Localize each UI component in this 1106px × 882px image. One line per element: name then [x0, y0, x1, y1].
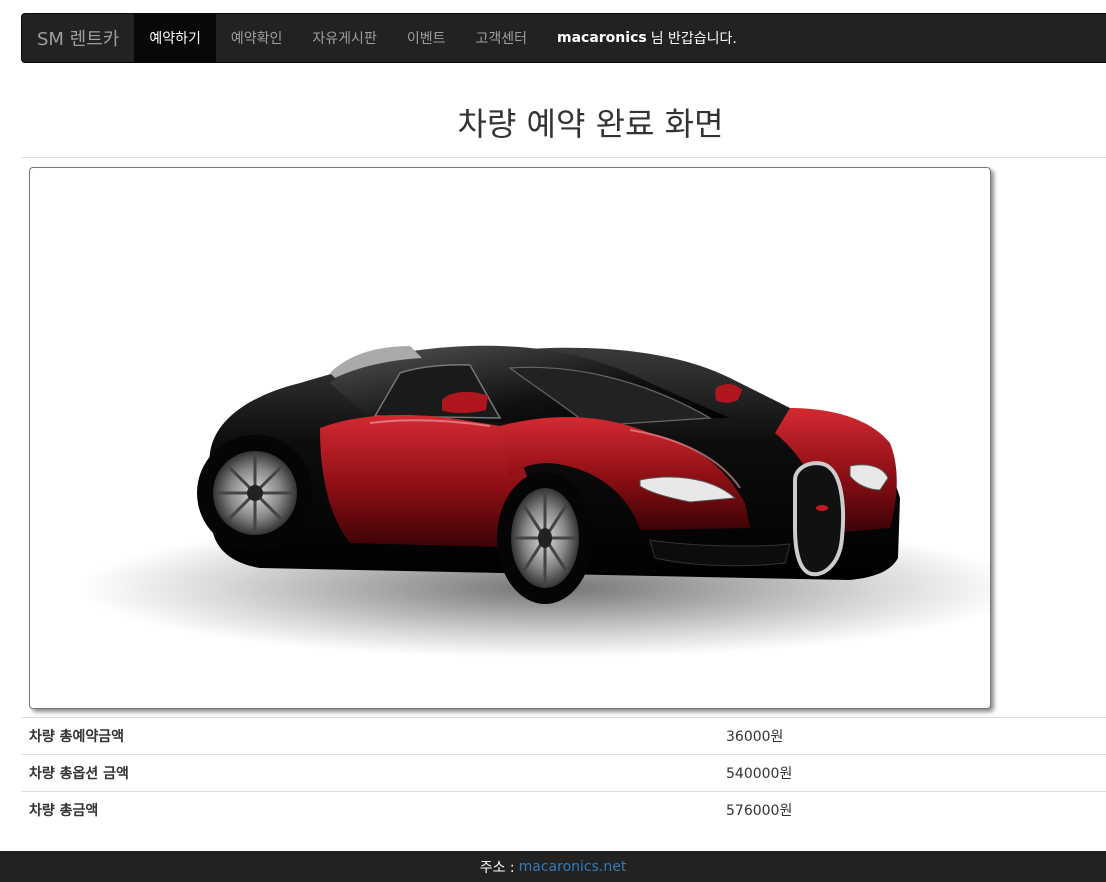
nav-item-reserve[interactable]: 예약하기: [134, 14, 216, 62]
summary-value: 540000원: [718, 754, 1106, 792]
table-row: 차량 총예약금액 36000원: [21, 717, 1106, 755]
summary-label: 차량 총옵션 금액: [21, 754, 718, 792]
nav-item-customer-center[interactable]: 고객센터: [460, 14, 542, 62]
user-name: macaronics: [557, 30, 647, 46]
top-navbar: SM 렌트카 예약하기 예약확인 자유게시판 이벤트 고객센터 macaroni…: [21, 13, 1106, 63]
navbar-menu: 예약하기 예약확인 자유게시판 이벤트 고객센터: [134, 14, 542, 62]
footer-address-label: 주소 :: [479, 859, 515, 876]
summary-value: 36000원: [718, 717, 1106, 755]
summary-label: 차량 총금액: [21, 791, 718, 828]
page-footer: 주소 : macaronics.net: [0, 851, 1106, 882]
summary-value: 576000원: [718, 791, 1106, 828]
car-image-frame: [29, 167, 991, 709]
nav-item-free-board[interactable]: 자유게시판: [297, 14, 391, 62]
footer-address-link[interactable]: macaronics.net: [519, 859, 627, 875]
greeting-text: 님 반갑습니다.: [650, 31, 737, 47]
user-greeting: macaronics 님 반갑습니다.: [542, 14, 752, 62]
navbar-brand[interactable]: SM 렌트카: [22, 14, 134, 62]
table-row: 차량 총옵션 금액 540000원: [21, 754, 1106, 792]
nav-item-reservation-check[interactable]: 예약확인: [216, 14, 298, 62]
sports-car-image: [80, 345, 990, 658]
table-row: 차량 총금액 576000원: [21, 791, 1106, 828]
nav-item-event[interactable]: 이벤트: [392, 14, 461, 62]
page-title: 차량 예약 완료 화면: [21, 96, 1106, 158]
reservation-summary-table: 차량 총예약금액 36000원 차량 총옵션 금액 540000원 차량 총금액…: [21, 717, 1106, 828]
summary-label: 차량 총예약금액: [21, 717, 718, 755]
